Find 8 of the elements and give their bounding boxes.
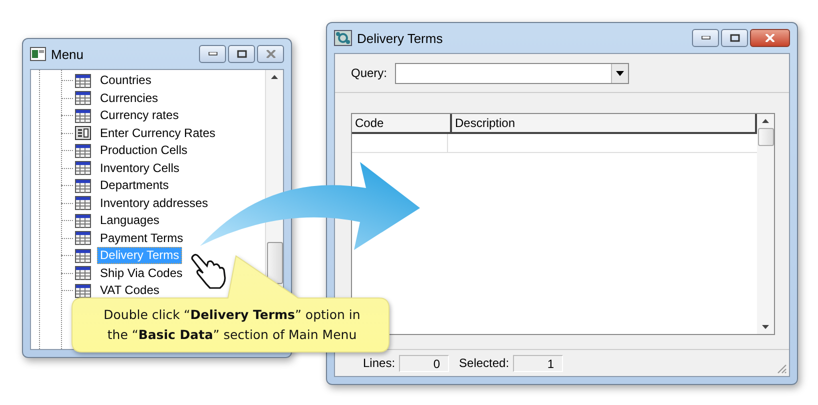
window-title: Delivery Terms <box>357 30 443 46</box>
query-label: Query: <box>351 66 388 80</box>
status-label: Selected: <box>459 356 510 370</box>
window-title: Menu <box>51 46 84 62</box>
status-value: 1 <box>513 354 564 372</box>
status-label: Lines: <box>363 356 396 370</box>
callout-tooltip-text: Double click “Delivery Terms” option in the “Basic Data” section of Main Menu <box>102 306 362 344</box>
status-value: 0 <box>399 354 450 372</box>
